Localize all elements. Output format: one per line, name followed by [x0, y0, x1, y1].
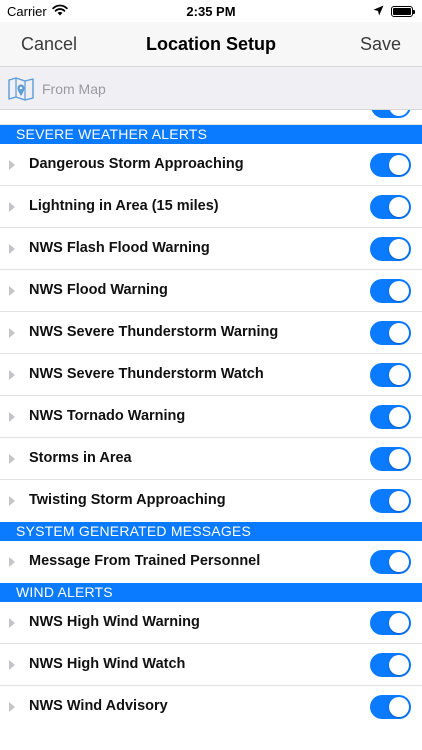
map-pin-icon	[8, 77, 34, 101]
alert-toggle[interactable]	[370, 363, 411, 387]
alert-toggle[interactable]	[370, 153, 411, 177]
alerts-list[interactable]: SEVERE WEATHER ALERTS Dangerous Storm App…	[0, 110, 422, 750]
from-map-label: From Map	[42, 81, 106, 97]
disclosure-triangle-icon[interactable]	[9, 454, 15, 464]
alert-toggle[interactable]	[370, 195, 411, 219]
disclosure-triangle-icon[interactable]	[9, 702, 15, 712]
alert-toggle[interactable]	[370, 489, 411, 513]
toggle-knob	[389, 155, 409, 175]
toggle-knob	[389, 613, 409, 633]
alert-label: Message From Trained Personnel	[29, 553, 261, 569]
alert-toggle[interactable]	[370, 611, 411, 635]
alert-row[interactable]: NWS Severe Thunderstorm Watch	[0, 354, 422, 396]
page-title: Location Setup	[146, 34, 276, 54]
toggle-knob	[389, 281, 409, 301]
alert-toggle[interactable]	[370, 321, 411, 345]
toggle-knob	[389, 697, 409, 717]
partial-toggle	[371, 110, 411, 118]
alert-row[interactable]: Message From Trained Personnel	[0, 541, 422, 583]
alert-row[interactable]: NWS Wind Advisory	[0, 686, 422, 728]
battery-icon	[391, 6, 415, 17]
disclosure-triangle-icon[interactable]	[9, 557, 15, 567]
alert-row[interactable]: NWS Severe Thunderstorm Warning	[0, 312, 422, 354]
disclosure-triangle-icon[interactable]	[9, 160, 15, 170]
disclosure-triangle-icon[interactable]	[9, 328, 15, 338]
alert-label: NWS Flood Warning	[29, 282, 168, 298]
alert-row[interactable]: NWS High Wind Warning	[0, 602, 422, 644]
alert-label: NWS Wind Advisory	[29, 698, 168, 714]
section-header: WIND ALERTS	[0, 583, 422, 602]
alert-label: Twisting Storm Approaching	[29, 492, 226, 508]
toggle-knob	[389, 449, 409, 469]
section-header: SEVERE WEATHER ALERTS	[0, 125, 422, 144]
alert-row[interactable]: NWS Flood Warning	[0, 270, 422, 312]
partial-row	[0, 110, 422, 125]
alert-label: Storms in Area	[29, 450, 132, 466]
alert-row[interactable]: NWS Flash Flood Warning	[0, 228, 422, 270]
alert-label: NWS High Wind Watch	[29, 656, 186, 672]
navigation-bar: Cancel Location Setup Save	[0, 22, 422, 66]
disclosure-triangle-icon[interactable]	[9, 244, 15, 254]
alert-toggle[interactable]	[370, 550, 411, 574]
toggle-knob	[389, 365, 409, 385]
alert-toggle[interactable]	[370, 279, 411, 303]
disclosure-triangle-icon[interactable]	[9, 660, 15, 670]
section-header: SYSTEM GENERATED MESSAGES	[0, 522, 422, 541]
alert-label: NWS Severe Thunderstorm Watch	[29, 366, 264, 382]
location-arrow-icon	[373, 5, 384, 16]
alert-toggle[interactable]	[370, 695, 411, 719]
alert-row[interactable]: Twisting Storm Approaching	[0, 480, 422, 522]
alert-label: NWS Flash Flood Warning	[29, 240, 210, 256]
alert-toggle[interactable]	[370, 405, 411, 429]
toggle-knob	[389, 197, 409, 217]
disclosure-triangle-icon[interactable]	[9, 618, 15, 628]
alert-row[interactable]: Lightning in Area (15 miles)	[0, 186, 422, 228]
alert-label: NWS High Wind Warning	[29, 614, 200, 630]
alert-toggle[interactable]	[370, 447, 411, 471]
alert-row[interactable]: Storms in Area	[0, 438, 422, 480]
toggle-knob	[389, 239, 409, 259]
toggle-knob	[389, 323, 409, 343]
toggle-knob	[389, 407, 409, 427]
alert-label: Lightning in Area (15 miles)	[29, 198, 219, 214]
from-map-button[interactable]: From Map	[0, 66, 422, 110]
alert-toggle[interactable]	[370, 653, 411, 677]
alert-row[interactable]: Dangerous Storm Approaching	[0, 144, 422, 186]
alert-toggle[interactable]	[370, 237, 411, 261]
disclosure-triangle-icon[interactable]	[9, 370, 15, 380]
disclosure-triangle-icon[interactable]	[9, 496, 15, 506]
disclosure-triangle-icon[interactable]	[9, 202, 15, 212]
alert-label: NWS Severe Thunderstorm Warning	[29, 324, 279, 340]
disclosure-triangle-icon[interactable]	[9, 412, 15, 422]
save-button[interactable]: Save	[360, 34, 401, 55]
status-time: 2:35 PM	[186, 4, 236, 19]
alert-row[interactable]: NWS Tornado Warning	[0, 396, 422, 438]
toggle-knob	[389, 491, 409, 511]
status-bar: Carrier 2:35 PM	[0, 0, 422, 22]
alert-row[interactable]: NWS High Wind Watch	[0, 644, 422, 686]
alert-label: NWS Tornado Warning	[29, 408, 186, 424]
alert-label: Dangerous Storm Approaching	[29, 156, 244, 172]
disclosure-triangle-icon[interactable]	[9, 286, 15, 296]
toggle-knob	[389, 655, 409, 675]
toggle-knob	[389, 552, 409, 572]
